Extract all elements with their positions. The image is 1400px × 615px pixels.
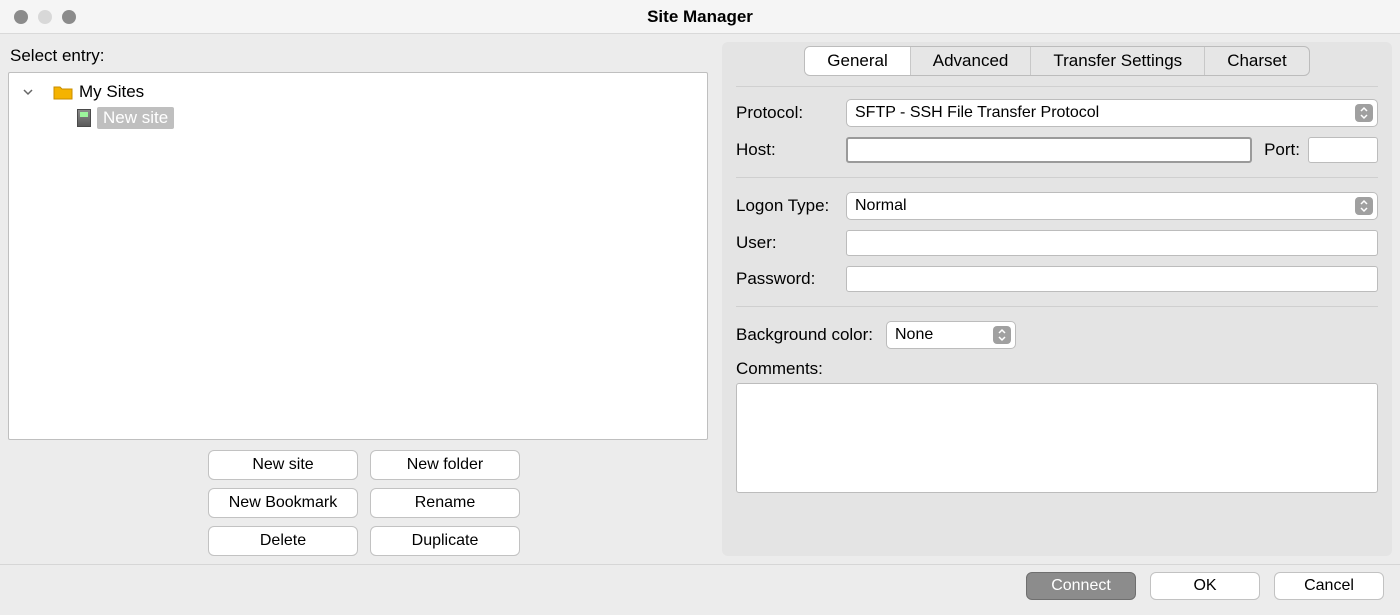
- entry-panel: Select entry: My Sites New site New site…: [8, 42, 708, 556]
- zoom-window-icon[interactable]: [62, 10, 76, 24]
- logon-type-label: Logon Type:: [736, 196, 846, 216]
- password-label: Password:: [736, 269, 846, 289]
- new-bookmark-button[interactable]: New Bookmark: [208, 488, 358, 518]
- protocol-label: Protocol:: [736, 103, 846, 123]
- chevron-down-icon[interactable]: [23, 87, 33, 97]
- bg-color-select[interactable]: None: [886, 321, 1016, 349]
- new-site-button[interactable]: New site: [208, 450, 358, 480]
- bg-color-label: Background color:: [736, 325, 886, 345]
- minimize-window-icon[interactable]: [38, 10, 52, 24]
- general-form: Protocol: SFTP - SSH File Transfer Proto…: [736, 87, 1378, 498]
- password-input[interactable]: [846, 266, 1378, 292]
- content-area: Select entry: My Sites New site New site…: [0, 34, 1400, 564]
- select-entry-label: Select entry:: [8, 42, 708, 70]
- selected-site-label[interactable]: New site: [97, 107, 174, 129]
- comments-label: Comments:: [736, 359, 886, 379]
- divider: [736, 306, 1378, 307]
- tab-bar: General Advanced Transfer Settings Chars…: [736, 42, 1378, 87]
- titlebar[interactable]: Site Manager: [0, 0, 1400, 34]
- tab-charset[interactable]: Charset: [1205, 47, 1309, 75]
- updown-icon: [1355, 104, 1373, 122]
- delete-button[interactable]: Delete: [208, 526, 358, 556]
- comments-textarea[interactable]: [736, 383, 1378, 493]
- host-input[interactable]: [846, 137, 1252, 163]
- bg-color-value: None: [895, 326, 933, 344]
- rename-button[interactable]: Rename: [370, 488, 520, 518]
- window-controls: [0, 10, 76, 24]
- close-window-icon[interactable]: [14, 10, 28, 24]
- port-input[interactable]: [1308, 137, 1378, 163]
- settings-panel: General Advanced Transfer Settings Chars…: [722, 42, 1392, 556]
- protocol-value: SFTP - SSH File Transfer Protocol: [855, 104, 1099, 122]
- tab-segment: General Advanced Transfer Settings Chars…: [804, 46, 1309, 76]
- window-title: Site Manager: [0, 7, 1400, 27]
- tab-advanced[interactable]: Advanced: [911, 47, 1032, 75]
- connect-button[interactable]: Connect: [1026, 572, 1136, 600]
- divider: [736, 177, 1378, 178]
- folder-icon: [53, 84, 73, 100]
- logon-type-value: Normal: [855, 197, 907, 215]
- logon-type-select[interactable]: Normal: [846, 192, 1378, 220]
- tree-row-site[interactable]: New site: [9, 105, 707, 131]
- site-tree[interactable]: My Sites New site: [8, 72, 708, 440]
- protocol-select[interactable]: SFTP - SSH File Transfer Protocol: [846, 99, 1378, 127]
- cancel-button[interactable]: Cancel: [1274, 572, 1384, 600]
- tab-general[interactable]: General: [805, 47, 910, 75]
- server-icon: [77, 109, 91, 127]
- ok-button[interactable]: OK: [1150, 572, 1260, 600]
- root-folder-label[interactable]: My Sites: [79, 82, 144, 102]
- dialog-footer: Connect OK Cancel: [0, 564, 1400, 606]
- duplicate-button[interactable]: Duplicate: [370, 526, 520, 556]
- updown-icon: [993, 326, 1011, 344]
- port-label: Port:: [1264, 140, 1300, 160]
- updown-icon: [1355, 197, 1373, 215]
- entry-buttons: New site New folder New Bookmark Rename …: [208, 450, 708, 556]
- user-input[interactable]: [846, 230, 1378, 256]
- user-label: User:: [736, 233, 846, 253]
- tree-row-root[interactable]: My Sites: [9, 79, 707, 105]
- host-label: Host:: [736, 140, 846, 160]
- tab-transfer[interactable]: Transfer Settings: [1031, 47, 1205, 75]
- new-folder-button[interactable]: New folder: [370, 450, 520, 480]
